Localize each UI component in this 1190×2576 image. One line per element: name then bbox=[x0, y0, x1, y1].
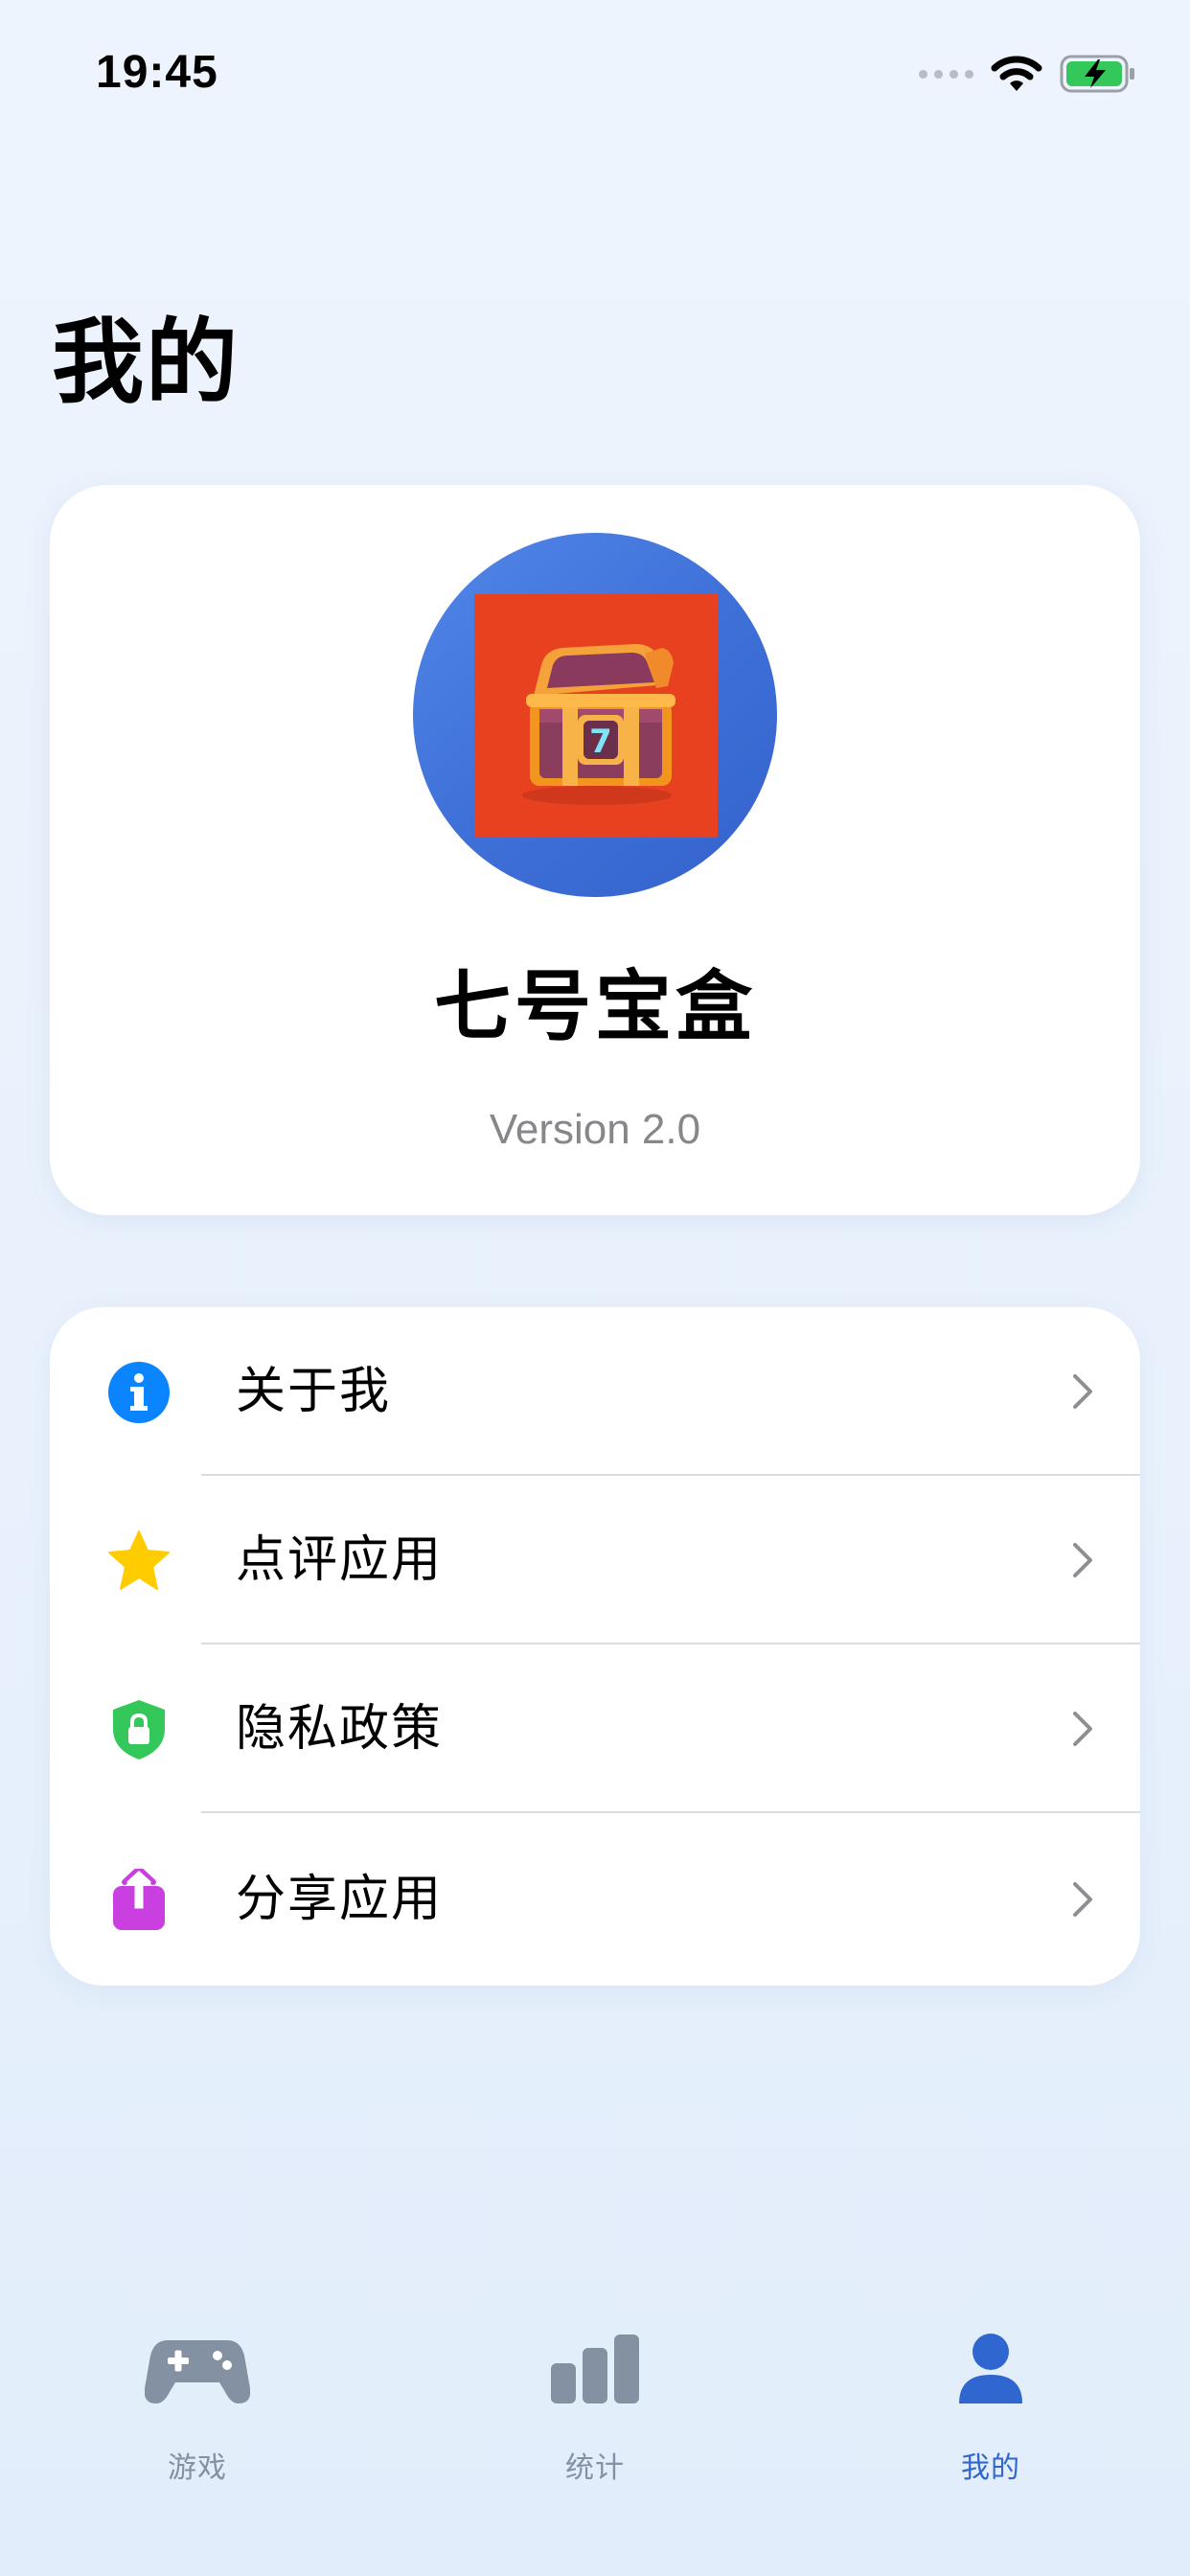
menu-item-label: 点评应用 bbox=[236, 1531, 444, 1589]
tab-statistics[interactable]: 统计 bbox=[499, 2333, 691, 2505]
tab-me[interactable]: 我的 bbox=[895, 2333, 1087, 2505]
tab-label: 游戏 bbox=[168, 2451, 227, 2485]
wifi-icon bbox=[991, 56, 1042, 91]
app-name: 七号宝盒 bbox=[434, 962, 756, 1051]
chevron-right-icon bbox=[1073, 1374, 1092, 1409]
menu-item-share-app[interactable]: 分享应用 bbox=[50, 1815, 1140, 1984]
app-icon: 7 bbox=[474, 594, 718, 838]
tab-games[interactable]: 游戏 bbox=[102, 2333, 293, 2505]
tab-bar: 游戏 统计 我的 bbox=[0, 2319, 1190, 2576]
shield-lock-icon bbox=[113, 1700, 165, 1760]
app-version: Version 2.0 bbox=[489, 1106, 701, 1153]
status-icons bbox=[919, 50, 1136, 98]
info-icon bbox=[108, 1362, 170, 1423]
menu-item-label: 分享应用 bbox=[236, 1871, 444, 1928]
menu-item-privacy-policy[interactable]: 隐私政策 bbox=[50, 1644, 1140, 1813]
chevron-right-icon bbox=[1073, 1712, 1092, 1746]
profile-card: 7 七号宝盒 Version 2.0 bbox=[50, 485, 1140, 1215]
menu-item-label: 关于我 bbox=[236, 1363, 392, 1420]
avatar: 7 bbox=[413, 533, 777, 897]
menu-item-label: 隐私政策 bbox=[236, 1700, 444, 1758]
gamepad-icon bbox=[145, 2340, 250, 2404]
status-time: 19:45 bbox=[96, 47, 218, 98]
chevron-right-icon bbox=[1073, 1882, 1092, 1917]
divider bbox=[201, 1811, 1140, 1813]
chevron-right-icon bbox=[1073, 1543, 1092, 1577]
share-icon bbox=[113, 1869, 165, 1930]
treasure-chest-icon: 7 bbox=[522, 644, 675, 805]
cellular-signal-icon bbox=[919, 69, 973, 79]
tab-label: 我的 bbox=[961, 2451, 1020, 2485]
menu-item-about-me[interactable]: 关于我 bbox=[50, 1307, 1140, 1476]
bar-chart-icon bbox=[551, 2334, 639, 2404]
tab-label: 统计 bbox=[565, 2451, 625, 2485]
person-icon bbox=[959, 2334, 1022, 2404]
chest-number: 7 bbox=[589, 723, 612, 761]
page-title: 我的 bbox=[52, 309, 240, 416]
menu-item-rate-app[interactable]: 点评应用 bbox=[50, 1476, 1140, 1644]
battery-charging-icon bbox=[1060, 55, 1134, 93]
status-bar: 19:45 bbox=[0, 0, 1190, 144]
settings-menu: 关于我 点评应用 隐私政策 分享应用 bbox=[50, 1307, 1140, 1986]
star-icon bbox=[108, 1530, 170, 1590]
